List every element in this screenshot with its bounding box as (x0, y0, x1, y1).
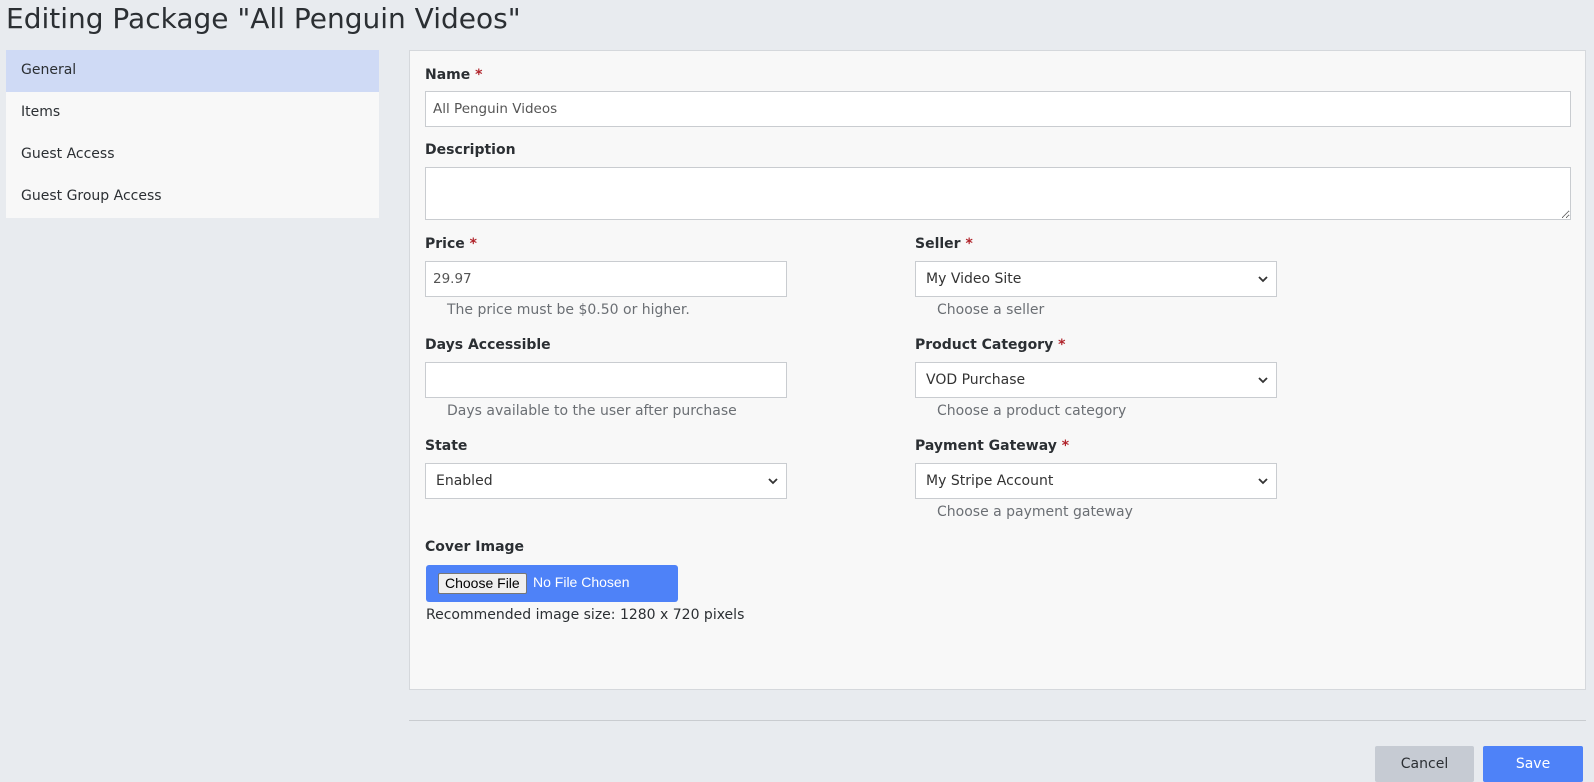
seller-label: Seller * (915, 236, 973, 252)
state-select[interactable]: Enabled (425, 463, 787, 499)
description-label: Description (425, 142, 516, 158)
product-category-help-text: Choose a product category (937, 403, 1127, 419)
sidebar-item-guest-group-access[interactable]: Guest Group Access (6, 176, 379, 218)
name-label: Name * (425, 67, 482, 83)
description-label-text: Description (425, 142, 516, 158)
general-form-panel: Name * Description Price * The price mus… (409, 50, 1586, 690)
sidebar-item-items[interactable]: Items (6, 92, 379, 134)
required-mark: * (475, 67, 483, 83)
cancel-button[interactable]: Cancel (1375, 746, 1474, 782)
product-category-select[interactable]: VOD Purchase (915, 362, 1277, 398)
cover-image-file-input[interactable]: Choose File No File Chosen (426, 565, 678, 602)
required-mark: * (1058, 337, 1066, 353)
sidebar-item-label: Guest Group Access (21, 188, 162, 204)
sidebar-item-general[interactable]: General (6, 50, 379, 92)
payment-gateway-label-text: Payment Gateway (915, 438, 1057, 454)
chevron-down-icon (1258, 478, 1268, 485)
payment-gateway-label: Payment Gateway * (915, 438, 1069, 454)
state-label-text: State (425, 438, 468, 454)
seller-label-text: Seller (915, 236, 961, 252)
product-category-label: Product Category * (915, 337, 1065, 353)
save-button[interactable]: Save (1483, 746, 1583, 782)
chevron-down-icon (1258, 377, 1268, 384)
sidebar-nav: General Items Guest Access Guest Group A… (6, 50, 379, 218)
page-title: Editing Package "All Penguin Videos" (6, 2, 521, 35)
price-label: Price * (425, 236, 477, 252)
required-mark: * (1061, 438, 1070, 454)
seller-selected-value: My Video Site (926, 271, 1022, 287)
days-accessible-input[interactable] (425, 362, 787, 398)
sidebar-item-label: Guest Access (21, 146, 115, 162)
product-category-label-text: Product Category (915, 337, 1054, 353)
product-category-selected-value: VOD Purchase (926, 372, 1026, 388)
sidebar-item-guest-access[interactable]: Guest Access (6, 134, 379, 176)
cover-image-label-text: Cover Image (425, 539, 525, 555)
seller-select[interactable]: My Video Site (915, 261, 1277, 297)
seller-help-text: Choose a seller (937, 302, 1045, 318)
payment-gateway-selected-value: My Stripe Account (926, 473, 1054, 489)
days-accessible-label: Days Accessible (425, 337, 551, 353)
sidebar-item-label: General (21, 62, 77, 78)
name-input[interactable] (425, 91, 1571, 127)
payment-gateway-select[interactable]: My Stripe Account (915, 463, 1277, 499)
state-label: State (425, 438, 467, 454)
price-help-text: The price must be $0.50 or higher. (447, 302, 690, 318)
price-label-text: Price (425, 236, 465, 252)
required-mark: * (469, 236, 477, 252)
days-accessible-help-text: Days available to the user after purchas… (447, 403, 737, 419)
state-selected-value: Enabled (436, 473, 493, 489)
payment-gateway-help-text: Choose a payment gateway (937, 504, 1133, 520)
cover-image-label: Cover Image (425, 539, 524, 555)
chevron-down-icon (768, 478, 778, 485)
chevron-down-icon (1258, 276, 1268, 283)
description-textarea[interactable] (425, 167, 1571, 220)
footer-divider (409, 720, 1586, 721)
name-label-text: Name (425, 67, 471, 83)
cover-image-help-text: Recommended image size: 1280 x 720 pixel… (426, 607, 745, 623)
price-input[interactable] (425, 261, 787, 297)
choose-file-button[interactable]: Choose File (438, 573, 527, 594)
sidebar-item-label: Items (21, 104, 61, 120)
file-status-text: No File Chosen (533, 574, 630, 590)
days-accessible-label-text: Days Accessible (425, 337, 551, 353)
required-mark: * (965, 236, 973, 252)
